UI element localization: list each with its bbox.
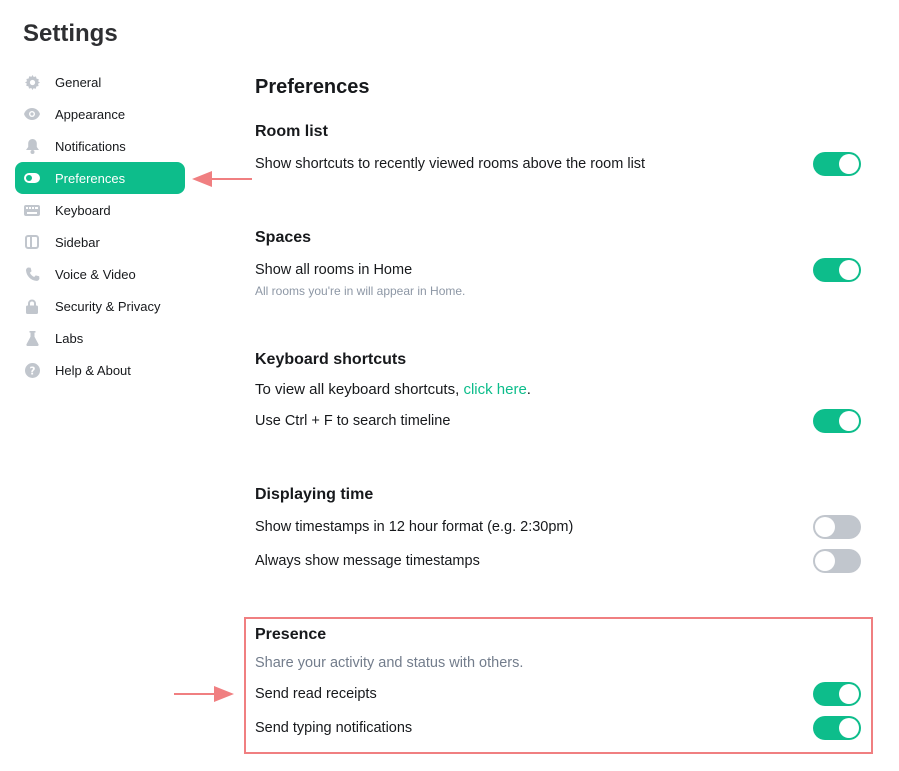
ctrl-f-toggle[interactable] xyxy=(813,409,861,433)
sidebar-item-help-about[interactable]: ? Help & About xyxy=(15,354,185,386)
sidebar-item-label: Labs xyxy=(55,331,84,346)
sidebar-icon xyxy=(24,234,40,250)
sidebar-item-label: Security & Privacy xyxy=(55,299,161,314)
annotation-arrow-icon xyxy=(192,171,252,187)
toggle-icon xyxy=(24,170,40,186)
sidebar-item-general[interactable]: General xyxy=(15,66,185,98)
sidebar-item-label: General xyxy=(55,75,102,90)
toggle-knob xyxy=(839,260,859,280)
show-shortcuts-label: Show shortcuts to recently viewed rooms … xyxy=(255,156,646,172)
sidebar-item-label: Preferences xyxy=(55,171,126,186)
annotation-highlight-box xyxy=(244,617,873,754)
annotation-arrow-icon xyxy=(174,686,234,702)
sidebar-item-labs[interactable]: Labs xyxy=(15,322,185,354)
settings-sidebar: General Appearance Notifications Prefere… xyxy=(15,66,185,386)
view-shortcuts-suffix: . xyxy=(526,381,531,398)
keyboard-icon xyxy=(24,202,40,218)
sidebar-item-label: Voice & Video xyxy=(55,267,136,282)
keyboard-shortcuts-heading: Keyboard shortcuts xyxy=(255,351,407,368)
gear-icon xyxy=(24,74,40,90)
sidebar-item-label: Appearance xyxy=(55,107,126,122)
bell-icon xyxy=(24,138,40,154)
toggle-knob xyxy=(839,411,859,431)
sidebar-item-sidebar[interactable]: Sidebar xyxy=(15,226,185,258)
eye-icon xyxy=(24,106,40,122)
sidebar-item-label: Help & About xyxy=(55,363,131,378)
sidebar-item-voice-video[interactable]: Voice & Video xyxy=(15,258,185,290)
show-all-rooms-toggle[interactable] xyxy=(813,258,861,282)
page-title: Settings xyxy=(23,20,118,47)
toggle-knob xyxy=(839,154,859,174)
sidebar-item-keyboard[interactable]: Keyboard xyxy=(15,194,185,226)
spaces-heading: Spaces xyxy=(255,229,312,246)
sidebar-item-label: Notifications xyxy=(55,139,126,154)
sidebar-item-security-privacy[interactable]: Security & Privacy xyxy=(15,290,185,322)
view-shortcuts-text: To view all keyboard shortcuts, click he… xyxy=(255,381,531,398)
click-here-link[interactable]: click here xyxy=(463,381,526,398)
flask-icon xyxy=(24,330,40,346)
ctrl-f-label: Use Ctrl + F to search timeline xyxy=(255,413,451,429)
toggle-knob xyxy=(815,551,835,571)
twelve-hour-label: Show timestamps in 12 hour format (e.g. … xyxy=(255,519,574,535)
sidebar-item-notifications[interactable]: Notifications xyxy=(15,130,185,162)
section-heading: Preferences xyxy=(255,76,370,98)
show-shortcuts-toggle[interactable] xyxy=(813,152,861,176)
show-all-rooms-description: All rooms you're in will appear in Home. xyxy=(255,284,466,298)
sidebar-item-label: Keyboard xyxy=(55,203,111,218)
sidebar-item-label: Sidebar xyxy=(55,235,100,250)
view-shortcuts-prefix: To view all keyboard shortcuts, xyxy=(255,381,464,398)
phone-icon xyxy=(24,266,40,282)
lock-icon xyxy=(24,298,40,314)
show-all-rooms-label: Show all rooms in Home xyxy=(255,262,413,278)
toggle-knob xyxy=(815,517,835,537)
twelve-hour-toggle[interactable] xyxy=(813,515,861,539)
always-show-timestamps-label: Always show message timestamps xyxy=(255,553,480,569)
sidebar-item-appearance[interactable]: Appearance xyxy=(15,98,185,130)
always-show-timestamps-toggle[interactable] xyxy=(813,549,861,573)
svg-text:?: ? xyxy=(29,365,35,377)
sidebar-item-preferences[interactable]: Preferences xyxy=(15,162,185,194)
displaying-time-heading: Displaying time xyxy=(255,486,374,503)
help-icon: ? xyxy=(24,362,40,378)
room-list-heading: Room list xyxy=(255,123,328,140)
